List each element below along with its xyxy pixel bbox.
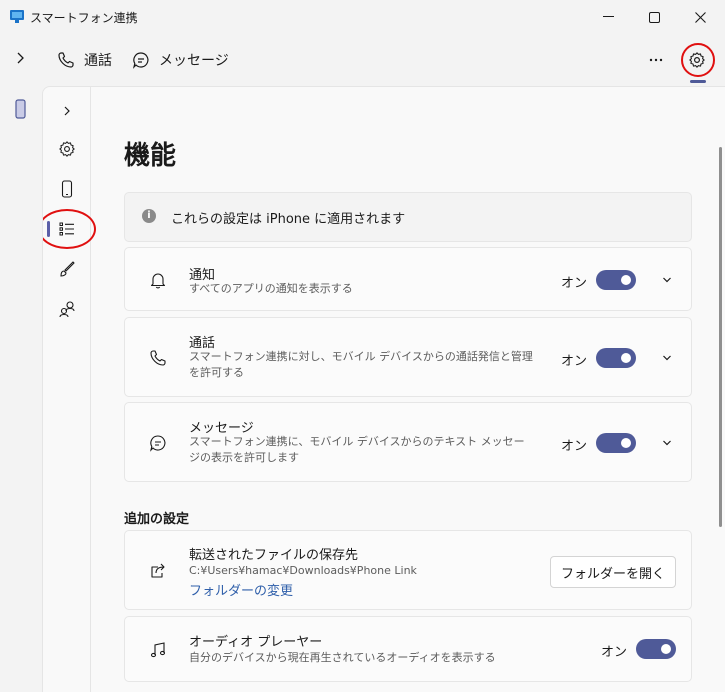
left-device-strip — [0, 86, 42, 692]
open-folder-button[interactable]: フォルダーを開く — [549, 556, 676, 588]
chevron-down-icon[interactable] — [661, 437, 673, 449]
settings-content: 機能 i これらの設定は iPhone に適用されます 通知 すべてのアプリの通… — [92, 87, 725, 692]
brush-icon — [60, 261, 75, 277]
feature-messages[interactable]: メッセージ スマートフォン連携に、モバイル デバイスからのテキスト メッセージの… — [124, 402, 692, 482]
feature-desc: すべてのアプリの通知を表示する — [189, 282, 353, 295]
title-bar: スマートフォン連携 — [0, 0, 725, 34]
minimize-icon — [602, 16, 614, 17]
phone-icon — [56, 50, 76, 70]
tab-calls-label: 通話 — [84, 53, 112, 69]
audio-toggle[interactable] — [636, 639, 676, 659]
close-button[interactable] — [677, 0, 723, 34]
accounts-icon — [59, 301, 75, 318]
mobile-phone-icon — [61, 180, 73, 198]
message-icon — [131, 50, 151, 70]
feature-desc: スマートフォン連携に対し、モバイル デバイスからの通話発信と管理を許可する — [189, 350, 533, 379]
expand-sidebar-button[interactable] — [14, 51, 28, 65]
feature-notifications[interactable]: 通知 すべてのアプリの通知を表示する オン — [124, 247, 692, 311]
tab-calls[interactable]: 通話 — [56, 50, 112, 70]
feature-calls[interactable]: 通話 スマートフォン連携に対し、モバイル デバイスからの通話発信と管理を許可する… — [124, 317, 692, 397]
feature-desc: スマートフォン連携に、モバイル デバイスからのテキスト メッセージの表示を許可し… — [189, 435, 525, 464]
audio-desc: 自分のデバイスから現在再生されているオーディオを表示する — [189, 651, 496, 664]
phone-icon — [147, 347, 169, 369]
share-icon — [147, 560, 169, 582]
minimize-button[interactable] — [585, 0, 631, 34]
settings-nav-personalization[interactable] — [56, 258, 78, 280]
feature-state: オン — [561, 276, 588, 291]
chevron-down-icon[interactable] — [661, 274, 673, 286]
window-title: スマートフォン連携 — [30, 11, 138, 25]
more-icon — [649, 58, 663, 62]
chevron-right-icon — [64, 106, 70, 116]
settings-nav-accounts[interactable] — [56, 298, 78, 320]
settings-nav — [43, 87, 96, 692]
settings-nav-my-devices[interactable] — [56, 178, 78, 200]
info-banner: i これらの設定は iPhone に適用されます — [124, 192, 692, 242]
device-icon[interactable] — [15, 99, 27, 119]
maximize-icon — [648, 11, 660, 23]
section-label: 追加の設定 — [124, 512, 190, 527]
settings-highlight-circle — [681, 43, 715, 77]
tab-messages[interactable]: メッセージ — [131, 50, 229, 70]
bell-icon — [147, 269, 169, 291]
change-folder-link[interactable]: フォルダーの変更 — [189, 580, 293, 599]
features-highlight-circle — [43, 209, 96, 249]
feature-state: オン — [561, 439, 588, 454]
info-text: これらの設定は iPhone に適用されます — [171, 212, 406, 227]
settings-nav-expand[interactable] — [56, 100, 78, 122]
toolbar: 通話 メッセージ — [0, 34, 725, 86]
notifications-toggle[interactable] — [596, 270, 636, 290]
chevron-down-icon[interactable] — [661, 352, 673, 364]
more-button[interactable] — [648, 52, 664, 68]
feature-state: オン — [561, 354, 588, 369]
maximize-button[interactable] — [631, 0, 677, 34]
settings-nav-general[interactable] — [56, 138, 78, 160]
page-title: 機能 — [124, 141, 177, 171]
audio-state: オン — [601, 645, 628, 660]
audio-player-setting[interactable]: オーディオ プレーヤー 自分のデバイスから現在再生されているオーディオを表示する… — [124, 616, 692, 682]
chevron-right-icon — [17, 52, 24, 64]
audio-title: オーディオ プレーヤー — [189, 635, 323, 650]
close-icon — [694, 11, 706, 23]
calls-toggle[interactable] — [596, 348, 636, 368]
music-note-icon — [147, 639, 169, 661]
tab-messages-label: メッセージ — [159, 53, 229, 69]
app-icon — [10, 10, 24, 23]
messages-toggle[interactable] — [596, 433, 636, 453]
transfer-folder-setting: 転送されたファイルの保存先 C:¥Users¥hamac¥Downloads¥P… — [124, 530, 692, 610]
gear-icon — [59, 141, 75, 157]
settings-panel: 機能 i これらの設定は iPhone に適用されます 通知 すべてのアプリの通… — [42, 86, 725, 692]
settings-selected-indicator — [690, 80, 706, 83]
transfer-path: C:¥Users¥hamac¥Downloads¥Phone Link — [189, 564, 417, 577]
message-icon — [147, 432, 169, 454]
info-icon: i — [142, 209, 156, 223]
scrollbar[interactable] — [719, 147, 722, 527]
transfer-title: 転送されたファイルの保存先 — [189, 548, 359, 563]
